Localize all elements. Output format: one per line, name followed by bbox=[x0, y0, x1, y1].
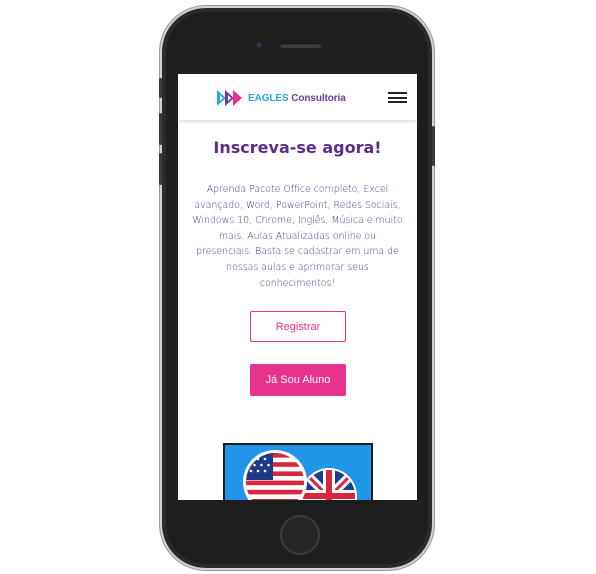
power-button bbox=[432, 126, 435, 166]
brand-name-consultoria: Consultoria bbox=[291, 92, 346, 104]
uk-flag-bubble-icon bbox=[301, 468, 357, 500]
hero-description: Aprenda Pacote Office completo, Excel av… bbox=[192, 184, 403, 289]
brand-name: EAGLES Consultoria bbox=[248, 93, 346, 104]
mute-switch bbox=[159, 78, 162, 98]
brand-name-eagles: EAGLES bbox=[248, 92, 289, 104]
logo-arrows-icon bbox=[217, 90, 242, 106]
usa-flag-bubble-icon bbox=[243, 450, 307, 500]
language-illustration bbox=[223, 443, 373, 500]
phone-screen: EAGLES Consultoria Inscreva-se agora! Ap… bbox=[178, 74, 417, 500]
earpiece-speaker bbox=[280, 43, 322, 48]
page-title: Inscreva-se agora! bbox=[213, 138, 382, 157]
hamburger-menu-icon[interactable] bbox=[388, 92, 407, 103]
navbar: EAGLES Consultoria bbox=[178, 74, 417, 120]
register-button[interactable]: Registrar bbox=[250, 311, 346, 342]
front-camera bbox=[256, 42, 262, 48]
volume-down-button bbox=[159, 153, 162, 185]
student-login-button[interactable]: Já Sou Aluno bbox=[250, 364, 346, 396]
brand-logo[interactable]: EAGLES Consultoria bbox=[217, 88, 346, 108]
volume-up-button bbox=[159, 113, 162, 145]
home-button[interactable] bbox=[280, 515, 320, 555]
